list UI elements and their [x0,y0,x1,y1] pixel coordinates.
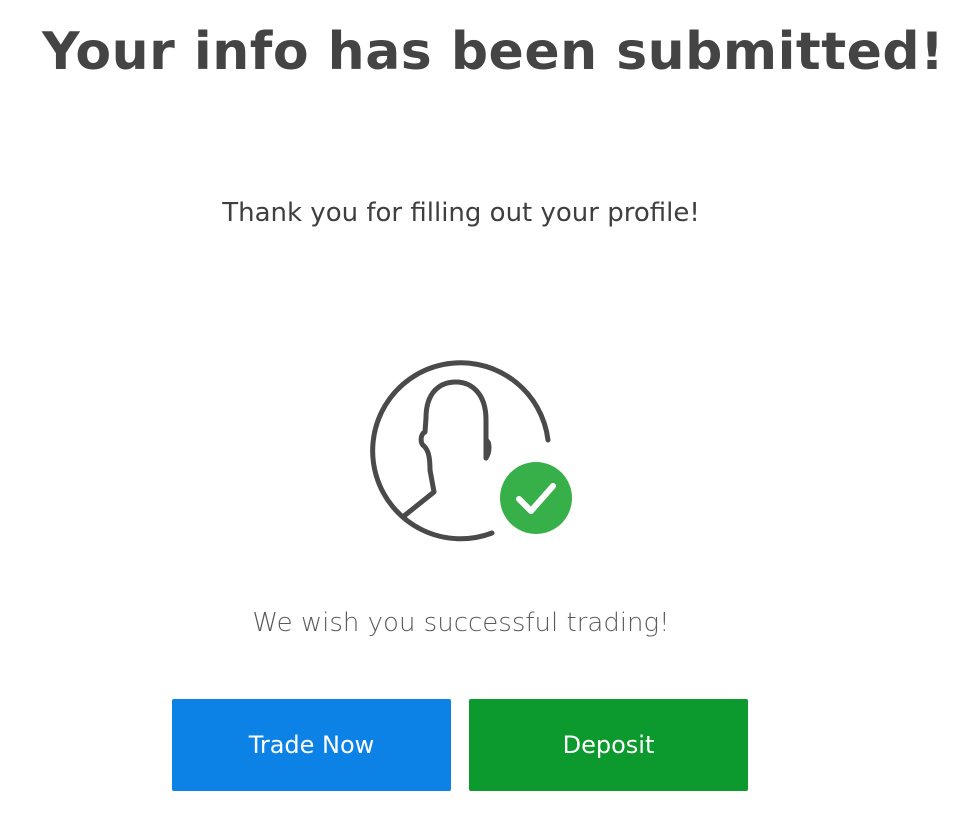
trade-now-button[interactable]: Trade Now [172,699,451,791]
user-profile-icon [370,360,574,542]
submission-confirmation: Your info has been submitted! Thank you … [0,0,964,824]
page-title: Your info has been submitted! [42,22,945,82]
deposit-button[interactable]: Deposit [469,699,748,791]
trading-wish-message: We wish you successful trading! [252,608,670,638]
check-badge-icon [498,460,574,536]
thank-you-message: Thank you for filling out your profile! [222,198,700,228]
